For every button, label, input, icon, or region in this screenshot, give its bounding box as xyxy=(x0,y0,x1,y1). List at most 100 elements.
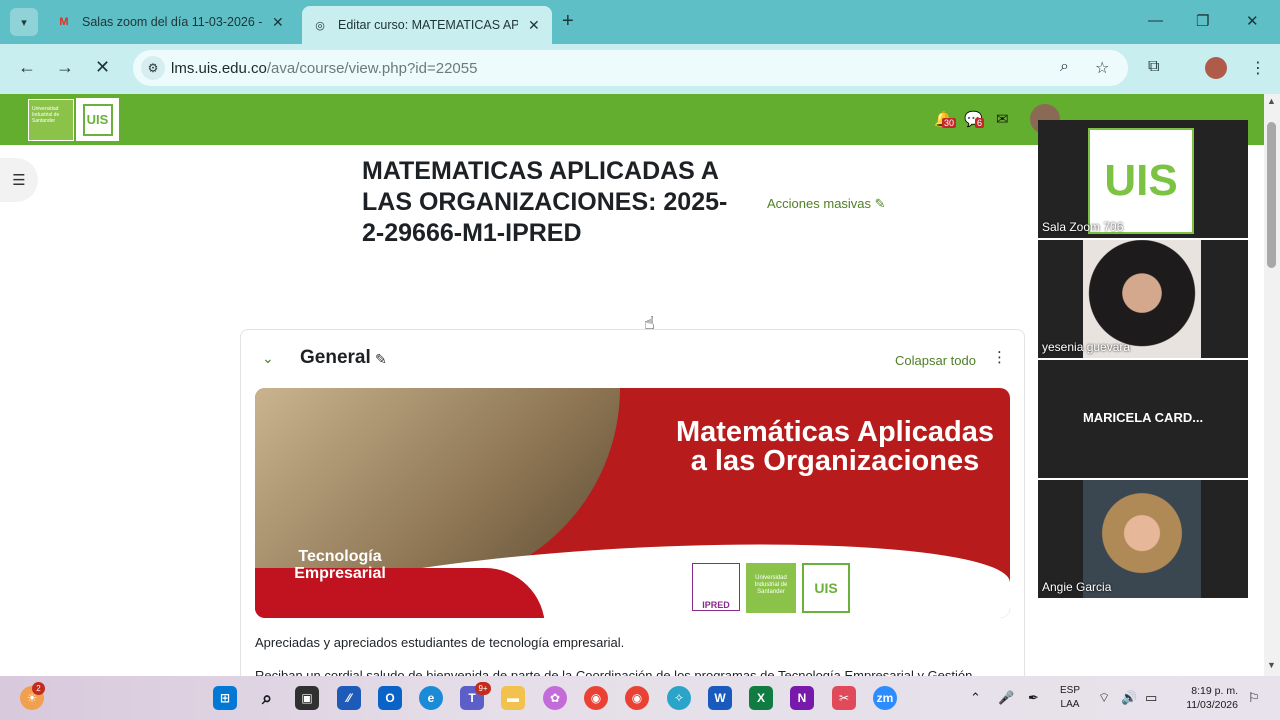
back-icon[interactable]: ← xyxy=(18,57,36,78)
scroll-down-icon[interactable]: ▼ xyxy=(1267,660,1276,670)
chrome-icon[interactable]: ◉ xyxy=(584,686,608,710)
clock-time: 8:19 p. m. xyxy=(1191,685,1238,697)
intro-paragraph-2: Reciban un cordial saludo de bienvenida … xyxy=(255,668,973,676)
keyboard-layout: LAA xyxy=(1060,699,1080,710)
stop-loading-icon[interactable]: ✕ xyxy=(95,57,110,78)
uis-logo-video: UIS xyxy=(1088,128,1194,234)
browser-toolbar: ← → ✕ ⚙ lms.uis.edu.co/ava/course/view.p… xyxy=(0,44,1280,94)
file-explorer-icon[interactable]: ▬ xyxy=(501,686,525,710)
page-scrollbar[interactable]: ▲ ▼ xyxy=(1264,94,1280,676)
new-tab-icon[interactable]: + xyxy=(562,10,574,33)
banner-title: Matemáticas Aplicadas a las Organizacion… xyxy=(675,416,995,477)
hand-cursor-icon: ☝ xyxy=(644,313,655,333)
pencil-icon: ✎ xyxy=(874,196,886,211)
zoom-tile-maricela[interactable]: MARICELA CARD... xyxy=(1038,360,1248,478)
scroll-thumb[interactable] xyxy=(1267,122,1276,268)
mic-icon[interactable]: 🎤 xyxy=(998,690,1014,706)
close-window-icon[interactable]: ✕ xyxy=(1246,12,1259,30)
outlook-icon[interactable]: O xyxy=(378,686,402,710)
uis-mark-logo: UIS xyxy=(802,563,850,613)
participant-name: MARICELA CARD... xyxy=(1082,410,1204,425)
zoom-tile-angie[interactable]: Angie Garcia xyxy=(1038,480,1248,598)
url-text[interactable]: lms.uis.edu.co/ava/course/view.php?id=22… xyxy=(171,60,477,77)
course-index-toggle-icon[interactable]: ☰ xyxy=(0,158,38,202)
task-view-icon[interactable]: ▣ xyxy=(295,686,319,710)
teams-badge: 9+ xyxy=(475,682,491,695)
restore-icon[interactable]: ❐ xyxy=(1196,12,1209,30)
bookmark-star-icon[interactable]: ☆ xyxy=(1095,58,1109,78)
messages-count-badge: 6 xyxy=(975,118,985,128)
search-icon[interactable]: ⌕ xyxy=(255,686,279,710)
uis-text-logo: Universidad Industrial de Santander xyxy=(746,563,796,613)
participant-name: Angie Garcia xyxy=(1042,580,1112,594)
notification-center-icon[interactable]: ⚐ xyxy=(1248,690,1260,706)
participant-name: yesenia guevara xyxy=(1042,340,1131,354)
app-icon[interactable]: ⁄⁄ xyxy=(337,686,361,710)
word-icon[interactable]: W xyxy=(708,686,732,710)
course-title: MATEMATICAS APLICADAS A LAS ORGANIZACION… xyxy=(362,157,728,247)
url-path: /ava/course/view.php?id=22055 xyxy=(266,60,478,77)
banner-subtitle: Tecnología Empresarial xyxy=(294,548,386,582)
extensions-icon[interactable]: ⧉ xyxy=(1148,58,1159,76)
tab-salas-zoom[interactable]: M Salas zoom del día 11-03-2026 - n ✕ xyxy=(46,6,296,38)
course-banner-image: Matemáticas Aplicadas a las Organizacion… xyxy=(255,388,1010,618)
edit-section-pencil-icon[interactable]: ✎ xyxy=(375,351,387,368)
edge-icon[interactable]: e xyxy=(419,686,443,710)
zoom-search-icon[interactable]: ⌕ xyxy=(1060,58,1069,76)
tab-title: Editar curso: MATEMATICAS APLIC xyxy=(338,18,518,32)
browser-menu-icon[interactable]: ⋮ xyxy=(1250,58,1266,78)
intro-paragraph-1: Apreciadas y apreciados estudiantes de t… xyxy=(255,635,625,650)
bulk-actions-label: Acciones masivas xyxy=(767,196,872,211)
url-host: lms.uis.edu.co xyxy=(171,60,267,77)
volume-icon[interactable]: 🔊 xyxy=(1121,690,1137,706)
tab-editar-curso[interactable]: ◎ Editar curso: MATEMATICAS APLIC ✕ xyxy=(302,6,552,44)
scroll-up-icon[interactable]: ▲ xyxy=(1267,96,1276,106)
copilot-icon[interactable]: ✿ xyxy=(543,686,567,710)
section-menu-icon[interactable]: ⋮ xyxy=(992,348,1007,366)
tab-title: Salas zoom del día 11-03-2026 - n xyxy=(82,15,262,29)
clock-date: 11/03/2026 xyxy=(1186,699,1238,711)
tray-chevron-icon[interactable]: ⌃ xyxy=(970,690,981,706)
app-icon[interactable]: ✧ xyxy=(667,686,691,710)
system-clock[interactable]: 8:19 p. m. 11/03/2026 xyxy=(1178,684,1238,712)
bulk-actions-link[interactable]: Acciones masivas ✎ xyxy=(767,196,886,212)
chrome-icon[interactable]: ◉ xyxy=(625,686,649,710)
uis-logo[interactable]: UIS xyxy=(76,98,119,141)
collapse-all-link[interactable]: Colapsar todo xyxy=(895,353,976,368)
banner-logos: IPRED Universidad Industrial de Santande… xyxy=(692,563,862,613)
participant-name: Sala Zoom 706 xyxy=(1042,220,1124,234)
excel-icon[interactable]: X xyxy=(749,686,773,710)
pen-icon[interactable]: ✒ xyxy=(1028,690,1039,706)
wifi-icon[interactable]: ⌔ xyxy=(1098,690,1110,706)
zoom-tile-yesenia[interactable]: yesenia guevara xyxy=(1038,240,1248,358)
windows-start-icon[interactable]: ⊞ xyxy=(213,686,237,710)
section-title: General xyxy=(300,347,371,368)
chevron-down-icon[interactable]: ⌄ xyxy=(262,350,274,367)
language-code: ESP xyxy=(1060,685,1081,696)
notifications-count-badge: 30 xyxy=(942,118,957,128)
ipred-logo: IPRED xyxy=(692,563,740,611)
close-tab-icon[interactable]: ✕ xyxy=(528,17,540,34)
zoom-participants-panel: UIS Sala Zoom 706 yesenia guevara MARICE… xyxy=(1038,120,1248,598)
language-indicator[interactable]: ESP LAA xyxy=(1060,684,1080,712)
university-logo-text[interactable]: Universidad Industrial de Santander xyxy=(28,99,74,141)
browser-tab-strip: ▾ M Salas zoom del día 11-03-2026 - n ✕ … xyxy=(0,0,1280,44)
gmail-icon: M xyxy=(59,16,69,28)
moodle-icon: ◎ xyxy=(315,19,325,32)
profile-avatar[interactable] xyxy=(1205,57,1227,79)
address-bar[interactable]: ⚙ lms.uis.edu.co/ava/course/view.php?id=… xyxy=(133,50,1128,86)
tab-search-icon[interactable]: ▾ xyxy=(10,8,38,36)
zoom-tile-sala[interactable]: UIS Sala Zoom 706 xyxy=(1038,120,1248,238)
minimize-icon[interactable]: — xyxy=(1148,12,1163,29)
onenote-icon[interactable]: N xyxy=(790,686,814,710)
site-info-icon[interactable]: ⚙ xyxy=(141,56,165,80)
snipping-tool-icon[interactable]: ✂ xyxy=(832,686,856,710)
battery-icon[interactable]: ▭ xyxy=(1145,690,1157,706)
windows-taskbar: ☀ 2 ⊞ ⌕ ▣ ⁄⁄ O e T 9+ ▬ ✿ ◉ ◉ ✧ W X N ✂ … xyxy=(0,676,1280,720)
forward-icon[interactable]: → xyxy=(56,57,74,78)
weather-badge: 2 xyxy=(32,682,45,695)
mail-icon[interactable]: ✉ xyxy=(996,110,1009,128)
zoom-app-icon[interactable]: zm xyxy=(873,686,897,710)
uis-logo-mark: UIS xyxy=(82,103,113,136)
close-tab-icon[interactable]: ✕ xyxy=(272,14,284,31)
